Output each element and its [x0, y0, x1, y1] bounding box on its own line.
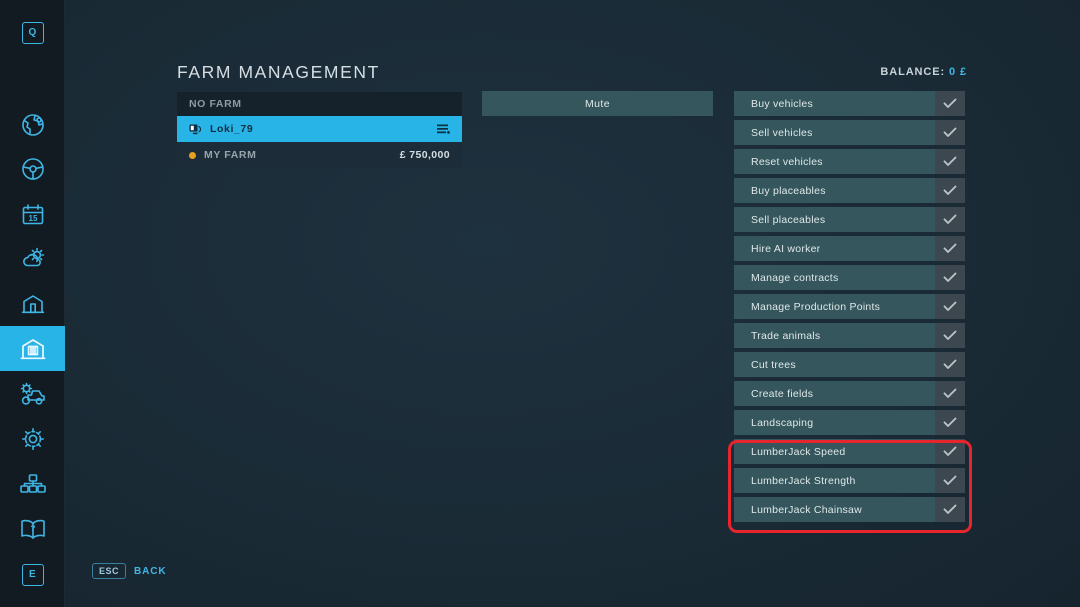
tractor-gear-icon [18, 381, 48, 407]
permission-row[interactable]: Cut trees [734, 352, 965, 377]
sidebar-item-production-network[interactable] [0, 461, 65, 506]
permission-checkbox[interactable] [935, 323, 965, 348]
farm-barn-icon [19, 335, 47, 363]
permission-row[interactable]: Sell placeables [734, 207, 965, 232]
farm-list: NO FARM Loki_79 [177, 92, 462, 168]
sidebar-item-vehicles[interactable] [0, 146, 65, 191]
permission-label: Buy vehicles [734, 91, 935, 116]
permission-row-lumberjack-speed[interactable]: LumberJack Speed [734, 439, 965, 464]
permission-checkbox[interactable] [935, 381, 965, 406]
balance-value: 0 £ [949, 66, 967, 78]
permission-label: Buy placeables [734, 178, 935, 203]
permissions-list: Buy vehicles Sell vehicles Reset vehicle… [734, 91, 965, 526]
permission-checkbox[interactable] [935, 294, 965, 319]
permission-row[interactable]: Manage contracts [734, 265, 965, 290]
permission-row[interactable]: Manage Production Points [734, 294, 965, 319]
left-sidebar: Q [0, 0, 65, 607]
permission-label: Landscaping [734, 410, 935, 435]
permission-row[interactable]: Buy vehicles [734, 91, 965, 116]
permission-row[interactable]: Hire AI worker [734, 236, 965, 261]
permission-row[interactable]: Landscaping [734, 410, 965, 435]
svg-text:15: 15 [28, 214, 37, 223]
sidebar-item-help[interactable]: ? [0, 506, 65, 551]
permission-row[interactable]: Create fields [734, 381, 965, 406]
back-control[interactable]: ESC BACK [92, 563, 167, 579]
keycap-q-icon: Q [22, 22, 44, 44]
permission-label: Hire AI worker [734, 236, 935, 261]
farm-row-label: MY FARM [204, 149, 400, 161]
permission-checkbox[interactable] [935, 439, 965, 464]
permission-checkbox[interactable] [935, 410, 965, 435]
globe-icon [20, 112, 46, 138]
permission-label: Cut trees [734, 352, 935, 377]
sidebar-item-farm-management[interactable] [0, 326, 65, 371]
mute-button-label: Mute [585, 98, 610, 110]
permission-label: Manage contracts [734, 265, 935, 290]
permission-label: Sell vehicles [734, 120, 935, 145]
mute-button[interactable]: Mute [482, 91, 713, 116]
permission-checkbox[interactable] [935, 178, 965, 203]
farm-row-my-farm[interactable]: MY FARM £ 750,000 [177, 142, 462, 168]
permission-label: Create fields [734, 381, 935, 406]
steering-wheel-icon [20, 156, 46, 182]
sidebar-item-weather[interactable] [0, 236, 65, 281]
permission-label: LumberJack Chainsaw [734, 497, 935, 522]
permission-row-lumberjack-strength[interactable]: LumberJack Strength [734, 468, 965, 493]
permission-checkbox[interactable] [935, 468, 965, 493]
keycap-e-icon: E [22, 564, 44, 586]
help-book-icon: ? [19, 516, 47, 542]
permission-checkbox[interactable] [935, 120, 965, 145]
sidebar-item-animals-barn[interactable] [0, 281, 65, 326]
permission-checkbox[interactable] [935, 497, 965, 522]
permission-label: LumberJack Strength [734, 468, 935, 493]
permission-checkbox[interactable] [935, 236, 965, 261]
permission-label: Sell placeables [734, 207, 935, 232]
back-label: BACK [134, 566, 167, 577]
sidebar-item-vehicle-config[interactable] [0, 371, 65, 416]
farm-row-money: £ 750,000 [400, 149, 450, 161]
permission-label: Trade animals [734, 323, 935, 348]
balance-label: BALANCE: [880, 66, 945, 78]
weather-sun-cloud-icon [19, 246, 47, 272]
permission-row[interactable]: Sell vehicles [734, 120, 965, 145]
permission-checkbox[interactable] [935, 352, 965, 377]
sidebar-item-calendar[interactable]: 15 [0, 192, 65, 237]
balance-display: BALANCE: 0 £ [880, 66, 967, 78]
permission-checkbox[interactable] [935, 265, 965, 290]
permission-row[interactable]: Buy placeables [734, 178, 965, 203]
barn-icon [20, 291, 46, 317]
permission-row[interactable]: Reset vehicles [734, 149, 965, 174]
list-lines-icon[interactable] [437, 124, 450, 134]
farm-row-label: NO FARM [189, 98, 450, 110]
permission-checkbox[interactable] [935, 149, 965, 174]
sidebar-item-quest-key-q[interactable]: Q [0, 10, 65, 55]
permission-label: Reset vehicles [734, 149, 935, 174]
sidebar-item-map-globe[interactable] [0, 102, 65, 147]
permission-label: Manage Production Points [734, 294, 935, 319]
permission-checkbox[interactable] [935, 207, 965, 232]
permission-row-lumberjack-chainsaw[interactable]: LumberJack Chainsaw [734, 497, 965, 522]
page-title: FARM MANAGEMENT [177, 62, 380, 83]
esc-keycap-icon: ESC [92, 563, 126, 579]
orange-dot-icon [189, 152, 196, 159]
gear-icon [20, 426, 46, 452]
pc-monitor-icon [189, 124, 202, 135]
farm-row-player-loki[interactable]: Loki_79 [177, 116, 462, 142]
network-nodes-icon [19, 472, 47, 496]
permission-row[interactable]: Trade animals [734, 323, 965, 348]
permission-checkbox[interactable] [935, 91, 965, 116]
farm-row-no-farm[interactable]: NO FARM [177, 92, 462, 116]
svg-text:?: ? [30, 524, 35, 533]
calendar-icon: 15 [20, 202, 46, 228]
permission-label: LumberJack Speed [734, 439, 935, 464]
sidebar-item-action-key-e[interactable]: E [0, 552, 65, 597]
farm-row-label: Loki_79 [210, 123, 437, 135]
farm-management-screen: Q [0, 0, 1080, 607]
sidebar-item-settings[interactable] [0, 416, 65, 461]
